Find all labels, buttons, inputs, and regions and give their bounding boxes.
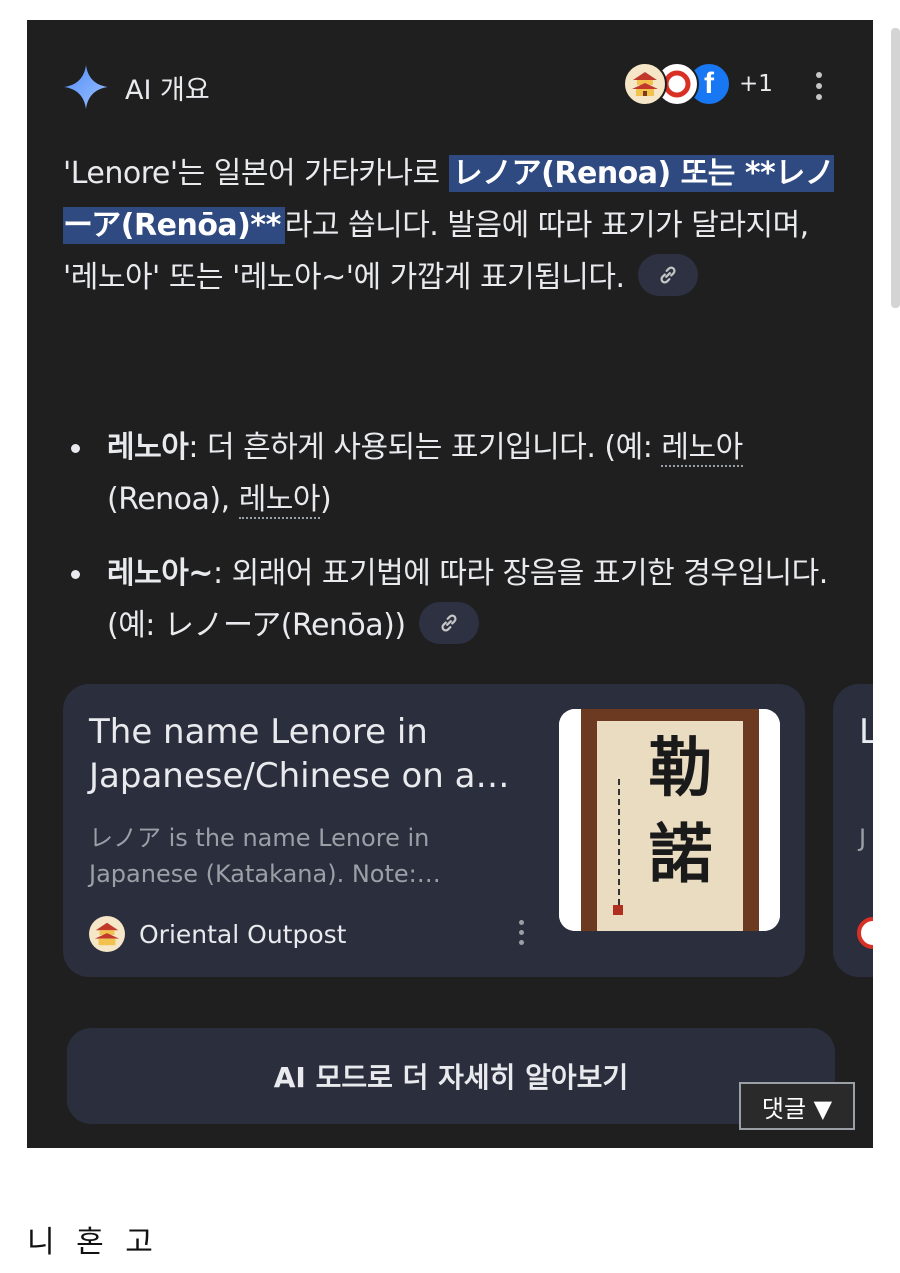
bullet-text: ) xyxy=(320,482,332,517)
bullet-term: 레노아~ xyxy=(107,556,213,591)
term-link[interactable]: 레노아 xyxy=(238,482,321,519)
list-item: 레노아~: 외래어 표기법에 따라 장음을 표기한 경우입니다. (예: レノー… xyxy=(63,548,853,652)
bullet-text: : 더 흔하게 사용되는 표기입니다. (예: xyxy=(188,430,662,465)
comment-toggle-button[interactable]: 댓글 ▼ xyxy=(739,1082,855,1130)
link-chip[interactable] xyxy=(418,601,479,644)
overview-header: AI 개요 xyxy=(63,64,210,110)
link-icon xyxy=(660,266,676,283)
bullet-list: 레노아: 더 흔하게 사용되는 표기입니다. (예: 레노아(Renoa), 레… xyxy=(63,422,853,674)
ai-mode-button[interactable]: AI 모드로 더 자세히 알아보기 xyxy=(67,1028,835,1124)
link-icon xyxy=(441,614,457,631)
more-options-icon[interactable] xyxy=(815,72,823,102)
gemini-sparkle-icon xyxy=(64,65,108,109)
card-description: J ア xyxy=(859,824,873,852)
overview-paragraph: 'Lenore'는 일본어 가타카나로 レノア(Renoa) 또는 **レノーア… xyxy=(63,148,843,304)
link-chip[interactable] xyxy=(637,253,698,296)
card-description: レノア is the name Lenore in Japanese (Kata… xyxy=(89,824,441,888)
scrollbar[interactable] xyxy=(891,28,900,308)
scroll-characters: 勒 諾 xyxy=(638,734,713,884)
source-icon xyxy=(857,917,873,949)
ai-overview-panel: AI 개요 f +1 'Lenore'는 일본어 가타카나로 レノア(Renoa… xyxy=(27,20,873,1148)
source-card-partial[interactable]: L F J ア xyxy=(833,684,873,977)
card-more-icon[interactable] xyxy=(517,920,525,950)
pagoda-icon xyxy=(89,916,125,952)
term-link[interactable]: 레노아 xyxy=(661,430,743,467)
source-name: Oriental Outpost xyxy=(139,919,347,949)
card-title[interactable]: L F xyxy=(859,710,873,754)
pagoda-source-icon[interactable] xyxy=(623,62,667,106)
card-thumbnail[interactable]: 勒 諾 xyxy=(559,709,780,931)
card-source: Oriental Outpost xyxy=(89,916,346,952)
list-item: 레노아: 더 흔하게 사용되는 표기입니다. (예: 레노아(Renoa), 레… xyxy=(63,422,853,526)
source-card[interactable]: The name Lenore in Japanese/Chinese on a… xyxy=(63,684,805,977)
post-caption: 니 혼 고 xyxy=(27,1225,159,1260)
calligraphy-scroll-image: 勒 諾 xyxy=(559,709,780,931)
bullet-term: 레노아 xyxy=(107,430,189,465)
paragraph-text-start: 'Lenore'는 일본어 가타카나로 xyxy=(63,156,449,191)
bullet-dot xyxy=(71,570,80,579)
bullet-text: (Renoa), xyxy=(107,482,239,517)
overview-title: AI 개요 xyxy=(125,74,210,106)
bullet-dot xyxy=(71,444,80,453)
more-sources-count[interactable]: +1 xyxy=(739,71,773,97)
card-title[interactable]: The name Lenore in Japanese/Chinese on a… xyxy=(89,710,529,798)
source-avatars[interactable]: f +1 xyxy=(623,62,773,106)
